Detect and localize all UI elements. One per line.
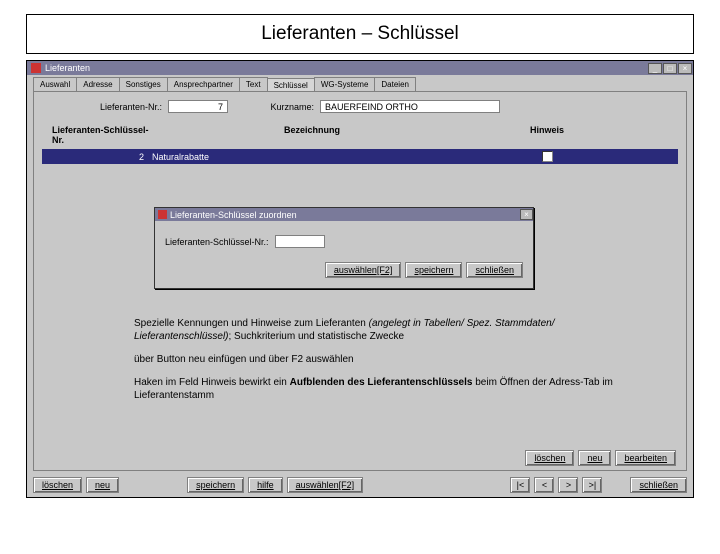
tab-wg-systeme[interactable]: WG-Systeme bbox=[314, 77, 376, 91]
app-window: Lieferanten _ □ × Auswahl Adresse Sonsti… bbox=[26, 60, 694, 498]
kurzname-field[interactable]: BAUERFEIND ORTHO bbox=[320, 100, 500, 113]
col-hinweis: Hinweis bbox=[472, 125, 622, 145]
nav-last-button[interactable]: >| bbox=[582, 477, 602, 493]
bottom-bar: löschen neu speichern hilfe auswählen[F2… bbox=[33, 477, 687, 493]
titlebar: Lieferanten _ □ × bbox=[27, 61, 693, 75]
grid-bearbeiten-button[interactable]: bearbeiten bbox=[615, 450, 676, 466]
tab-schluessel[interactable]: Schlüssel bbox=[267, 78, 315, 92]
row-bezeichnung: Naturalrabatte bbox=[152, 152, 472, 162]
bottom-auswaehlen-button[interactable]: auswählen[F2] bbox=[287, 477, 364, 493]
dialog-speichern-button[interactable]: speichern bbox=[405, 262, 462, 278]
lieferanten-nr-field[interactable]: 7 bbox=[168, 100, 228, 113]
dialog-titlebar: Lieferanten-Schlüssel zuordnen × bbox=[155, 208, 533, 221]
maximize-button[interactable]: □ bbox=[663, 63, 677, 74]
bottom-neu-button[interactable]: neu bbox=[86, 477, 119, 493]
dialog-icon bbox=[158, 210, 167, 219]
nav-prev-button[interactable]: < bbox=[534, 477, 554, 493]
dialog-schluessel-input[interactable] bbox=[275, 235, 325, 248]
col-schluessel-nr: Lieferanten-Schlüssel-Nr. bbox=[42, 125, 152, 145]
table-row[interactable]: 2 Naturalrabatte ✓ bbox=[42, 149, 678, 164]
tab-auswahl[interactable]: Auswahl bbox=[33, 77, 77, 91]
dialog-title: Lieferanten-Schlüssel zuordnen bbox=[170, 210, 297, 220]
tab-dateien[interactable]: Dateien bbox=[374, 77, 416, 91]
nav-next-button[interactable]: > bbox=[558, 477, 578, 493]
nav-first-button[interactable]: |< bbox=[510, 477, 530, 493]
tab-adresse[interactable]: Adresse bbox=[76, 77, 119, 91]
dialog-field-label: Lieferanten-Schlüssel-Nr.: bbox=[165, 237, 269, 247]
grid-neu-button[interactable]: neu bbox=[578, 450, 611, 466]
kurzname-label: Kurzname: bbox=[234, 102, 314, 112]
tab-row: Auswahl Adresse Sonstiges Ansprechpartne… bbox=[27, 75, 693, 91]
row-hinweis-checkbox[interactable]: ✓ bbox=[542, 151, 553, 162]
bottom-hilfe-button[interactable]: hilfe bbox=[248, 477, 283, 493]
col-bezeichnung: Bezeichnung bbox=[152, 125, 472, 145]
bottom-schliessen-button[interactable]: schließen bbox=[630, 477, 687, 493]
grid-loeschen-button[interactable]: löschen bbox=[525, 450, 574, 466]
row-nr: 2 bbox=[42, 152, 152, 162]
tab-content: Lieferanten-Nr.: 7 Kurzname: BAUERFEIND … bbox=[33, 91, 687, 471]
tab-sonstiges[interactable]: Sonstiges bbox=[119, 77, 168, 91]
lieferanten-nr-label: Lieferanten-Nr.: bbox=[72, 102, 162, 112]
tab-ansprechpartner[interactable]: Ansprechpartner bbox=[167, 77, 240, 91]
bottom-loeschen-button[interactable]: löschen bbox=[33, 477, 82, 493]
assign-dialog: Lieferanten-Schlüssel zuordnen × Liefera… bbox=[154, 207, 534, 289]
minimize-button[interactable]: _ bbox=[648, 63, 662, 74]
dialog-auswaehlen-button[interactable]: auswählen[F2] bbox=[325, 262, 402, 278]
tab-text[interactable]: Text bbox=[239, 77, 268, 91]
dialog-schliessen-button[interactable]: schließen bbox=[466, 262, 523, 278]
bottom-speichern-button[interactable]: speichern bbox=[187, 477, 244, 493]
window-title: Lieferanten bbox=[45, 63, 90, 73]
close-button[interactable]: × bbox=[678, 63, 692, 74]
slide-title: Lieferanten – Schlüssel bbox=[26, 14, 694, 54]
app-icon bbox=[31, 63, 41, 73]
dialog-close-button[interactable]: × bbox=[520, 209, 533, 220]
column-headers: Lieferanten-Schlüssel-Nr. Bezeichnung Hi… bbox=[42, 121, 678, 149]
info-text: Spezielle Kennungen und Hinweise zum Lie… bbox=[134, 317, 626, 412]
